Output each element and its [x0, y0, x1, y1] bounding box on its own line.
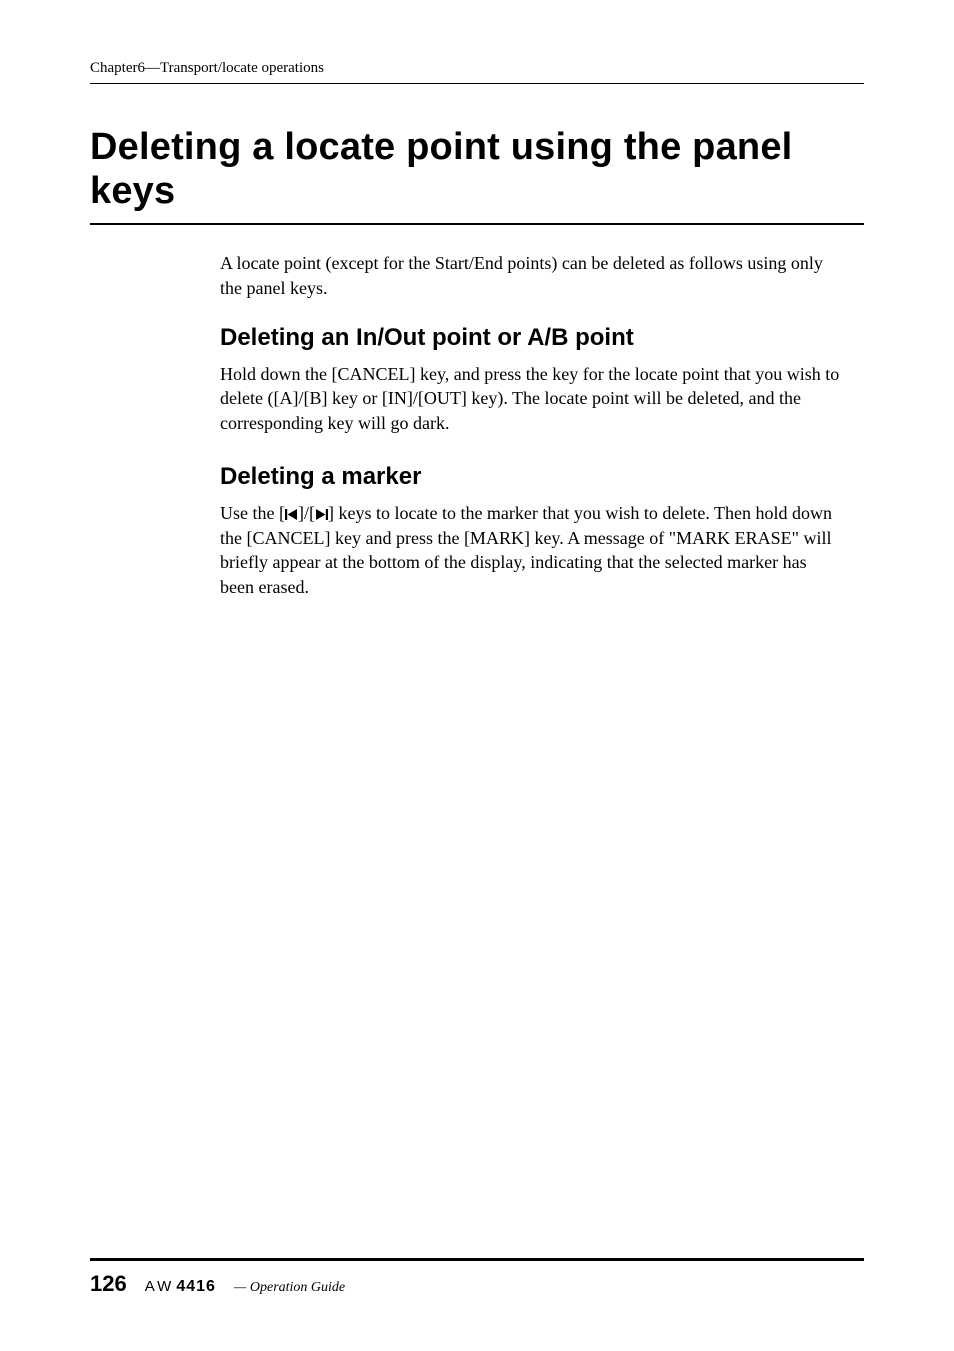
section-body-marker: Use the []/[] keys to locate to the mark… — [220, 501, 844, 599]
page-title: Deleting a locate point using the panel … — [90, 126, 864, 213]
intro-paragraph: A locate point (except for the Start/End… — [220, 251, 844, 300]
content-body: A locate point (except for the Start/End… — [90, 251, 864, 599]
section-body-inout: Hold down the [CANCEL] key, and press th… — [220, 362, 844, 435]
guide-label: — Operation Guide — [234, 1280, 345, 1296]
model-label: AW4416 — [145, 1278, 216, 1296]
page-number: 126 — [90, 1271, 127, 1297]
title-rule — [90, 223, 864, 225]
section-heading-marker: Deleting a marker — [220, 463, 844, 491]
page-footer: 126 AW4416 — Operation Guide — [90, 1258, 864, 1297]
footer-rule — [90, 1258, 864, 1261]
running-header: Chapter6—Transport/locate operations — [90, 60, 864, 77]
marker-body-mid: ]/[ — [298, 503, 315, 523]
section-heading-inout: Deleting an In/Out point or A/B point — [220, 324, 844, 352]
model-number: 4416 — [176, 1278, 216, 1296]
header-rule — [90, 83, 864, 84]
prev-marker-icon — [285, 502, 298, 526]
marker-body-pre: Use the [ — [220, 503, 285, 523]
next-marker-icon — [315, 502, 328, 526]
model-prefix: AW — [145, 1278, 175, 1295]
